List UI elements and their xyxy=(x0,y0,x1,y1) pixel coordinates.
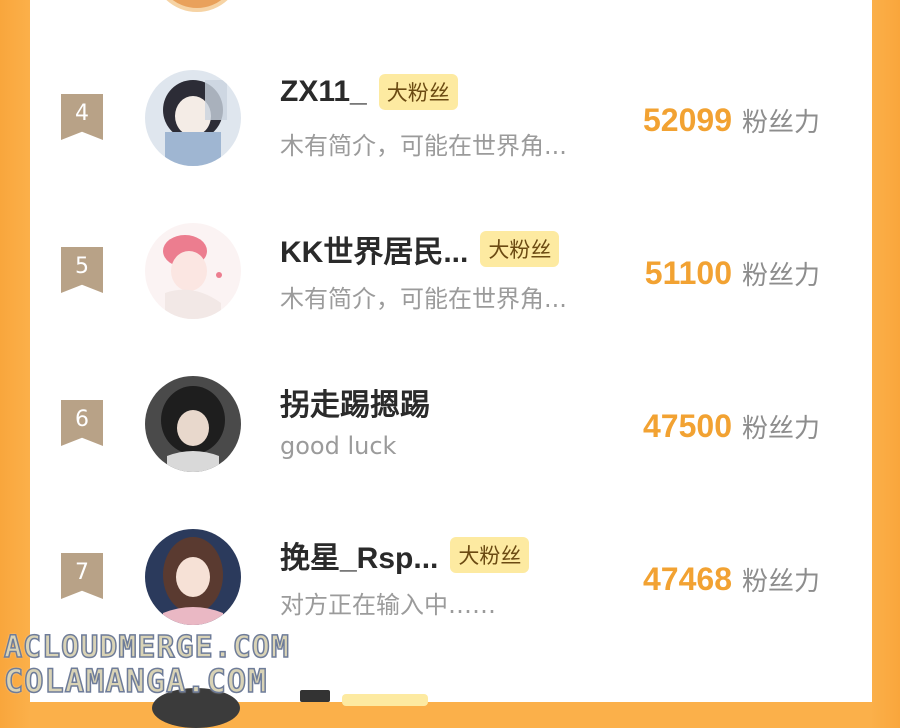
fan-power-score: 51100 粉丝力 xyxy=(645,255,820,292)
fan-level-badge-partial xyxy=(342,694,428,706)
fan-level-badge: 大粉丝 xyxy=(378,74,458,110)
user-name[interactable]: 挽星_Rsp... 大粉丝 xyxy=(280,533,530,577)
rank-badge: 7 xyxy=(61,553,103,599)
fan-power-value: 47468 xyxy=(643,561,732,597)
fan-level-badge: 大粉丝 xyxy=(480,231,560,267)
user-name[interactable]: 拐走踢摁踢 xyxy=(280,380,430,424)
watermark-line-1: ACLOUDMERGE.COM xyxy=(3,629,290,666)
fan-power-value: 51100 xyxy=(644,255,732,291)
fan-power-unit: 粉丝力 xyxy=(741,414,820,444)
user-name-text: 挽星_Rsp... xyxy=(280,542,439,575)
user-bio: 木有简介，可能在世界角... xyxy=(280,132,567,160)
fan-power-value: 52099 xyxy=(643,102,732,138)
fan-power-score: 52099 粉丝力 xyxy=(643,102,820,139)
list-item[interactable]: 6 拐走踢摁踢 good luck 47500 粉丝力 xyxy=(30,374,872,527)
avatar[interactable] xyxy=(145,70,241,166)
user-name-partial xyxy=(300,690,330,702)
fan-power-score: 47500 粉丝力 xyxy=(643,408,820,445)
watermark-line-2: COLAMANGA.COM xyxy=(3,661,268,701)
list-item[interactable]: 5 KK世界居民... 大粉丝 木有简介，可能在世界角... 51100 粉丝力 xyxy=(30,221,872,374)
fan-power-unit: 粉丝力 xyxy=(741,567,820,597)
user-name[interactable]: ZX11_ 大粉丝 xyxy=(280,74,458,110)
avatar[interactable] xyxy=(145,529,241,625)
rank-badge: 5 xyxy=(61,247,103,293)
rank-badge: 6 xyxy=(61,400,103,446)
list-item[interactable]: 4 ZX11_ 大粉丝 木有简介，可能在世界角... 52099 粉丝力 xyxy=(30,68,872,221)
user-bio: 对方正在输入中…… xyxy=(280,591,496,619)
fan-power-unit: 粉丝力 xyxy=(741,261,820,291)
user-name-text: KK世界居民... xyxy=(280,236,469,269)
fan-power-score: 47468 粉丝力 xyxy=(643,561,820,598)
fan-power-value: 47500 xyxy=(643,408,732,444)
avatar[interactable] xyxy=(145,223,241,319)
avatar[interactable] xyxy=(145,376,241,472)
fan-level-badge: 大粉丝 xyxy=(450,537,530,573)
user-bio: good luck xyxy=(280,432,397,460)
user-name-text: ZX11_ xyxy=(280,75,367,108)
user-name[interactable]: KK世界居民... 大粉丝 xyxy=(280,227,560,271)
fan-power-unit: 粉丝力 xyxy=(741,108,820,138)
rank-badge: 4 xyxy=(61,94,103,140)
user-name-text: 拐走踢摁踢 xyxy=(280,389,430,422)
user-bio: 木有简介，可能在世界角... xyxy=(280,285,567,313)
